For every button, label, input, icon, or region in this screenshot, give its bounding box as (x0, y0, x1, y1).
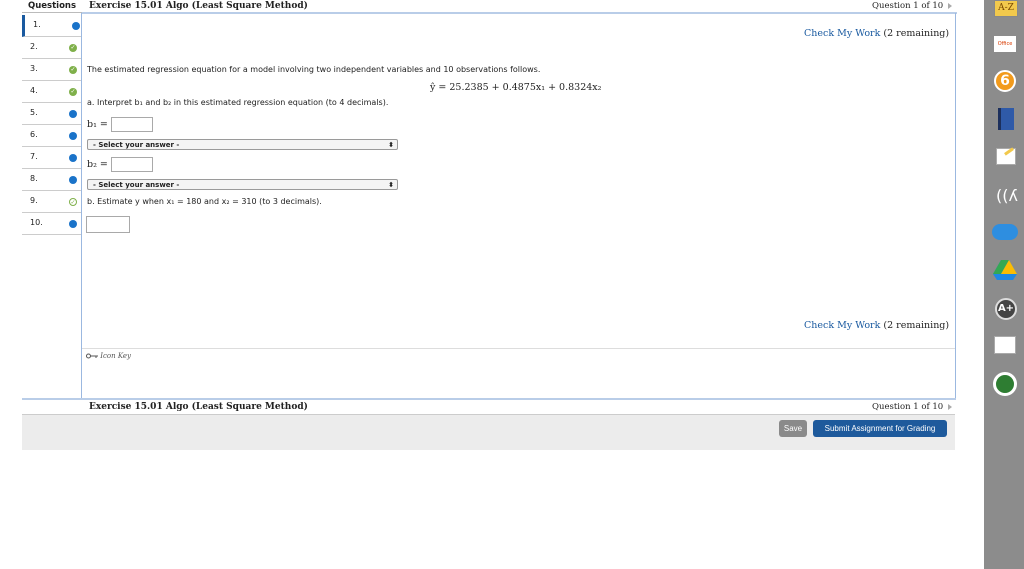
drive-icon[interactable] (993, 260, 1017, 280)
submit-assignment-button[interactable]: Submit Assignment for Grading (813, 420, 947, 437)
save-button[interactable]: Save (779, 420, 807, 437)
footer-question-counter-label: Question 1 of 10 (872, 402, 944, 412)
drive-triangle-icon (993, 260, 1017, 280)
page-title: Exercise 15.01 Algo (Least Square Method… (89, 1, 308, 11)
question-counter[interactable]: Question 1 of 10 (872, 1, 953, 11)
partial-check-icon: ✓ (69, 198, 77, 206)
check-my-work-link-top[interactable]: Check My Work (2 remaining) (804, 28, 949, 39)
unanswered-dot-icon (72, 22, 80, 30)
unanswered-dot-icon (69, 220, 77, 228)
check-my-work-label: Check My Work (804, 320, 881, 331)
question-nav-header: Questions (22, 0, 82, 13)
question-nav-item[interactable]: 5. (22, 103, 82, 125)
six-app-icon[interactable]: 6 (994, 70, 1016, 92)
office-icon[interactable]: Office (994, 36, 1016, 52)
question-nav-item[interactable]: 9. ✓ (22, 191, 82, 213)
select-arrows-icon: ⬍ (388, 141, 394, 149)
read-aloud-icon[interactable]: ((ʎ (996, 186, 1018, 206)
icon-key-label: Icon Key (100, 352, 132, 360)
footer-divider (22, 398, 956, 400)
select-placeholder: - Select your answer - (93, 181, 180, 189)
green-circle-app-icon[interactable] (993, 372, 1017, 396)
grade-a-plus-icon[interactable]: A+ (995, 298, 1017, 320)
problem-statement: The estimated regression equation for a … (87, 65, 541, 74)
completed-check-icon: ✓ (69, 88, 77, 96)
a-z-dictionary-icon[interactable]: A-Z (994, 0, 1018, 17)
question-number: 4. (30, 86, 38, 95)
question-counter-label: Question 1 of 10 (872, 1, 944, 11)
b1-interpretation-select[interactable]: - Select your answer - ⬍ (87, 139, 398, 150)
b1-input[interactable] (111, 117, 153, 132)
unanswered-dot-icon (69, 132, 77, 140)
b2-input[interactable] (111, 157, 153, 172)
question-nav-item[interactable]: 8. (22, 169, 82, 191)
question-number: 6. (30, 130, 38, 139)
question-number: 9. (30, 196, 38, 205)
unanswered-dot-icon (69, 154, 77, 162)
question-number: 8. (30, 174, 38, 183)
question-nav-item[interactable]: 3. ✓ (22, 59, 82, 81)
next-arrow-icon[interactable] (948, 2, 953, 9)
b2-interpretation-select[interactable]: - Select your answer - ⬍ (87, 179, 398, 190)
unanswered-dot-icon (69, 110, 77, 118)
cloud-icon[interactable] (992, 224, 1018, 240)
question-nav-item[interactable]: 1. (22, 15, 82, 37)
select-arrows-icon: ⬍ (388, 181, 394, 189)
unanswered-dot-icon (69, 176, 77, 184)
notepad-icon[interactable] (996, 147, 1016, 165)
question-number: 10. (30, 218, 43, 227)
question-nav-item[interactable]: 7. (22, 147, 82, 169)
check-remaining: (2 remaining) (883, 28, 950, 39)
question-number: 2. (30, 42, 38, 51)
b1-label: b₁ = (87, 119, 108, 130)
key-icon (86, 353, 98, 359)
next-arrow-icon[interactable] (948, 403, 953, 410)
completed-check-icon: ✓ (69, 44, 77, 52)
part-a-prompt: a. Interpret b₁ and b₂ in this estimated… (87, 98, 389, 107)
footer-question-counter[interactable]: Question 1 of 10 (872, 402, 953, 412)
check-remaining: (2 remaining) (883, 320, 950, 331)
question-number: 3. (30, 64, 38, 73)
completed-check-icon: ✓ (69, 66, 77, 74)
book-icon[interactable] (998, 108, 1014, 130)
question-number: 1. (33, 20, 41, 29)
question-number: 5. (30, 108, 38, 117)
question-nav-item[interactable]: 2. ✓ (22, 37, 82, 59)
part-b-prompt: b. Estimate y when x₁ = 180 and x₂ = 310… (87, 197, 322, 206)
question-nav-item[interactable]: 4. ✓ (22, 81, 82, 103)
icon-key-link[interactable]: Icon Key (86, 352, 131, 360)
footer-title: Exercise 15.01 Algo (Least Square Method… (89, 402, 308, 412)
question-nav-item[interactable]: 10. (22, 213, 82, 235)
icon-key-divider (82, 348, 955, 349)
regression-equation: ŷ = 25.2385 + 0.4875x₁ + 0.8324x₂ (430, 82, 602, 93)
check-my-work-link-bottom[interactable]: Check My Work (2 remaining) (804, 320, 949, 331)
check-my-work-label: Check My Work (804, 28, 881, 39)
select-placeholder: - Select your answer - (93, 141, 180, 149)
notebook-icon[interactable] (994, 336, 1016, 354)
pencil-icon (1004, 147, 1014, 156)
question-number: 7. (30, 152, 38, 161)
estimate-y-input[interactable] (86, 216, 130, 233)
question-nav-item[interactable]: 6. (22, 125, 82, 147)
b2-label: b₂ = (87, 159, 108, 170)
